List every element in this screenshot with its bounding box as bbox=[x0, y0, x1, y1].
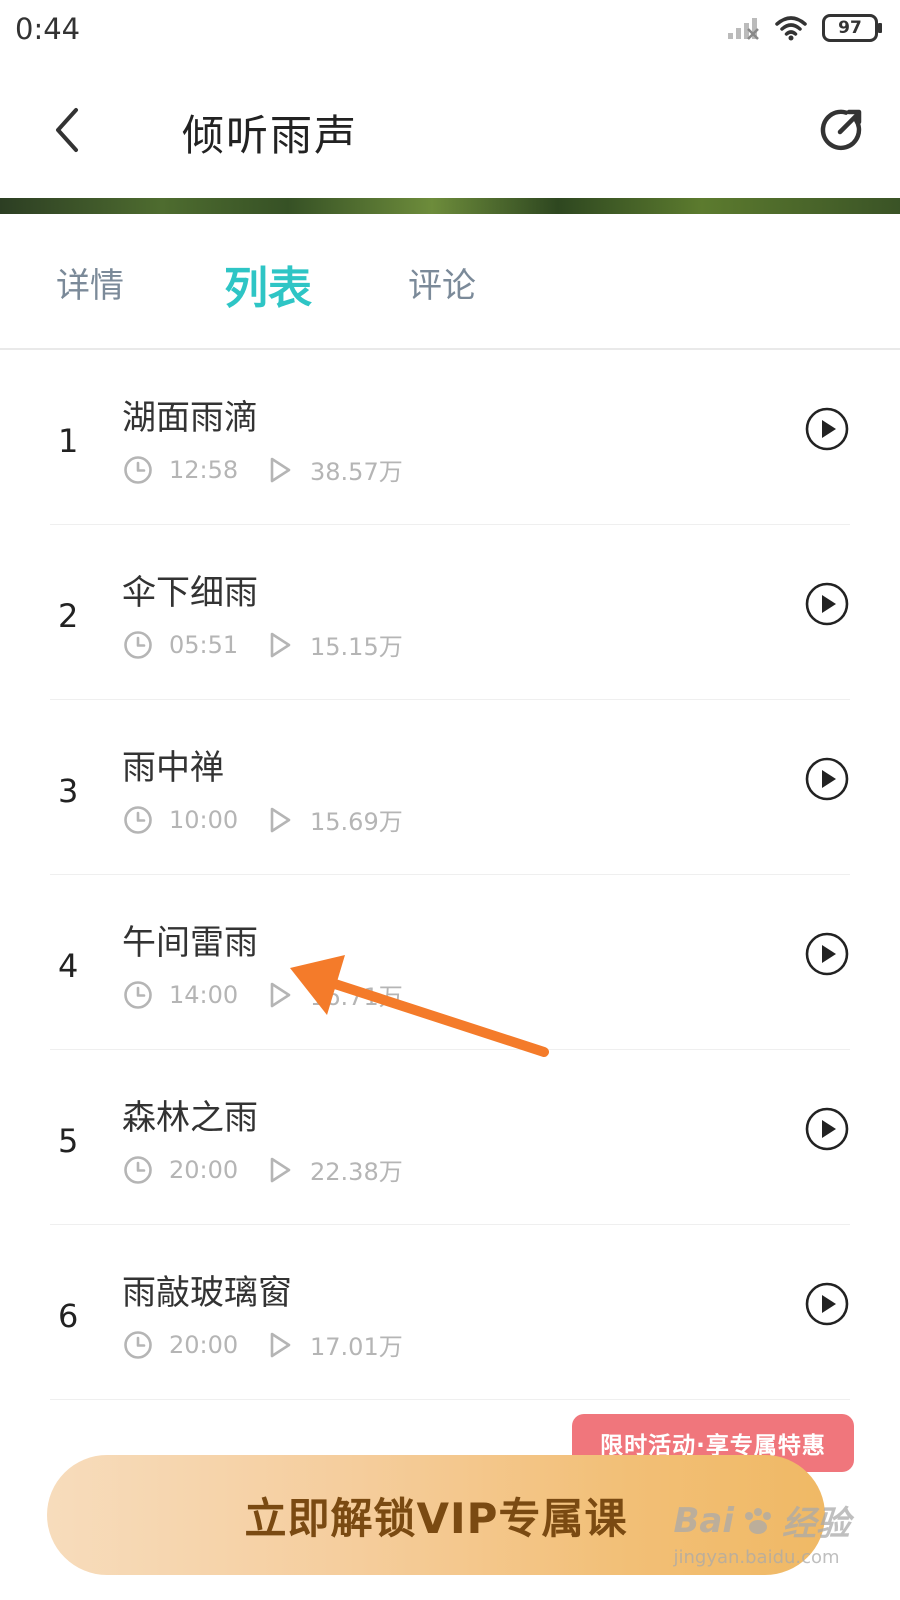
clock-icon bbox=[124, 455, 152, 484]
track-number: 4 bbox=[58, 947, 79, 985]
watermark-url: jingyan.baidu.com bbox=[673, 1547, 840, 1568]
watermark-brand: Bai 经验 bbox=[673, 1500, 850, 1545]
play-count-icon bbox=[270, 1157, 291, 1182]
track-title: 雨中禅 bbox=[122, 748, 224, 788]
track-meta: 10:00 15.69万 bbox=[122, 802, 403, 837]
play-count-icon bbox=[270, 982, 291, 1007]
track-meta: 12:58 38.57万 bbox=[122, 452, 403, 487]
track-duration: 20:00 bbox=[169, 1155, 239, 1184]
play-circle-icon bbox=[805, 757, 849, 801]
tab-bar: 详情 列表 评论 bbox=[0, 214, 900, 350]
play-button[interactable] bbox=[804, 756, 850, 802]
track-row[interactable]: 3 雨中禅 10:00 15.69万 bbox=[0, 700, 900, 875]
play-circle-icon bbox=[805, 582, 849, 626]
share-icon bbox=[820, 109, 862, 151]
battery-level: 97 bbox=[838, 18, 862, 38]
tab-list[interactable]: 列表 bbox=[224, 252, 312, 316]
play-button[interactable] bbox=[804, 1106, 850, 1152]
track-title: 森林之雨 bbox=[122, 1098, 258, 1138]
track-meta: 20:00 17.01万 bbox=[122, 1327, 403, 1362]
track-meta: 05:51 15.15万 bbox=[122, 627, 403, 662]
track-list: 1 湖面雨滴 12:58 38.57万 2 伞下细雨 05:51 15.15万 3 雨中禅 10:0… bbox=[0, 350, 900, 1400]
page-title: 倾听雨声 bbox=[182, 111, 359, 160]
track-title: 午间雷雨 bbox=[122, 923, 258, 963]
wifi-icon bbox=[775, 16, 807, 41]
play-circle-icon bbox=[805, 1107, 849, 1151]
share-button[interactable] bbox=[816, 104, 868, 156]
track-play-count: 38.57万 bbox=[310, 458, 403, 486]
track-meta: 14:00 16.71万 bbox=[122, 977, 403, 1012]
clock-icon bbox=[124, 1330, 152, 1359]
track-number: 1 bbox=[58, 422, 79, 460]
play-count-icon bbox=[270, 632, 291, 657]
cover-image-strip bbox=[0, 198, 900, 214]
play-button[interactable] bbox=[804, 931, 850, 977]
track-duration: 05:51 bbox=[169, 630, 239, 659]
tab-details[interactable]: 详情 bbox=[56, 258, 124, 307]
back-arrow-icon bbox=[56, 108, 78, 152]
track-number: 2 bbox=[58, 597, 79, 635]
track-number: 5 bbox=[58, 1122, 79, 1160]
track-row[interactable]: 1 湖面雨滴 12:58 38.57万 bbox=[0, 350, 900, 525]
track-row[interactable]: 4 午间雷雨 14:00 16.71万 bbox=[0, 875, 900, 1050]
track-row[interactable]: 6 雨敲玻璃窗 20:00 17.01万 bbox=[0, 1225, 900, 1400]
track-duration: 14:00 bbox=[169, 980, 239, 1009]
nav-bar: 倾听雨声 bbox=[0, 62, 900, 198]
track-number: 3 bbox=[58, 772, 79, 810]
status-time: 0:44 bbox=[15, 12, 81, 46]
track-play-count: 15.69万 bbox=[310, 808, 403, 836]
play-button[interactable] bbox=[804, 581, 850, 627]
play-count-icon bbox=[270, 457, 291, 482]
track-duration: 10:00 bbox=[169, 805, 239, 834]
track-row[interactable]: 5 森林之雨 20:00 22.38万 bbox=[0, 1050, 900, 1225]
play-circle-icon bbox=[805, 932, 849, 976]
paw-icon bbox=[745, 1507, 771, 1534]
play-button[interactable] bbox=[804, 406, 850, 452]
status-icons: 97 bbox=[726, 14, 882, 42]
status-bar: 0:44 97 bbox=[0, 0, 900, 62]
clock-icon bbox=[124, 630, 152, 659]
back-button[interactable] bbox=[40, 102, 96, 158]
tab-comments[interactable]: 评论 bbox=[408, 258, 476, 307]
clock-icon bbox=[124, 805, 152, 834]
play-circle-icon bbox=[805, 407, 849, 451]
track-title: 伞下细雨 bbox=[122, 573, 258, 613]
watermark: Bai 经验 jingyan.baidu.com bbox=[673, 1496, 850, 1569]
track-play-count: 22.38万 bbox=[310, 1158, 403, 1186]
track-duration: 12:58 bbox=[169, 455, 239, 484]
track-duration: 20:00 bbox=[169, 1330, 239, 1359]
play-count-icon bbox=[270, 807, 291, 832]
track-title: 湖面雨滴 bbox=[122, 398, 258, 438]
track-play-count: 16.71万 bbox=[310, 983, 403, 1011]
track-number: 6 bbox=[58, 1297, 79, 1335]
track-play-count: 17.01万 bbox=[310, 1333, 403, 1361]
play-button[interactable] bbox=[804, 1281, 850, 1327]
cellular-signal-icon bbox=[728, 18, 759, 40]
track-play-count: 15.15万 bbox=[310, 633, 403, 661]
play-count-icon bbox=[270, 1332, 291, 1357]
track-meta: 20:00 22.38万 bbox=[122, 1152, 403, 1187]
play-circle-icon bbox=[805, 1282, 849, 1326]
battery-icon: 97 bbox=[822, 14, 882, 42]
track-title: 雨敲玻璃窗 bbox=[122, 1273, 292, 1313]
clock-icon bbox=[124, 980, 152, 1009]
track-row[interactable]: 2 伞下细雨 05:51 15.15万 bbox=[0, 525, 900, 700]
clock-icon bbox=[124, 1155, 152, 1184]
